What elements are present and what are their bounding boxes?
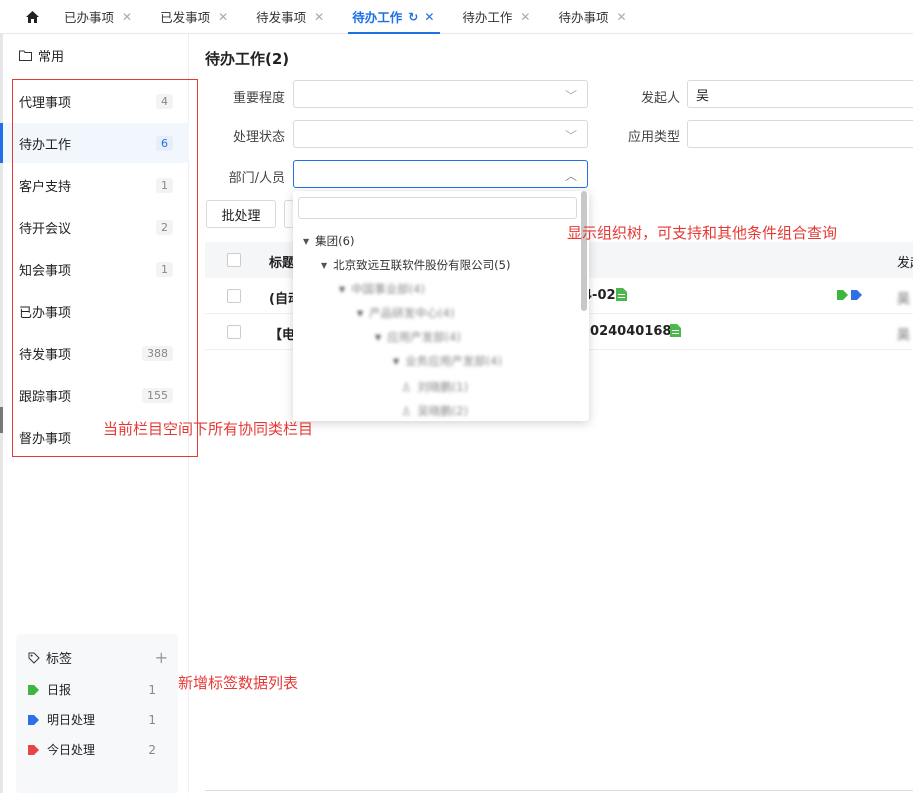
org-tree-dropdown: ▼ 集团(6) ▼ 北京致远互联软件股份有限公司(5) ▼ 中国事业部(4) ▼ 产品研… [293, 191, 589, 421]
scrollbar[interactable] [581, 191, 587, 311]
tag-item-daily[interactable]: 日报 1 [28, 681, 156, 698]
tab-sent[interactable]: 已发事项 ✕ [144, 0, 240, 34]
tag-green-icon [28, 684, 39, 695]
chevron-down-icon: ﹀ [564, 89, 577, 103]
tree-node-person[interactable]: ♙ 吴晓鹏(2) [401, 403, 468, 419]
tag-blue-icon [28, 714, 39, 725]
close-icon[interactable]: ✕ [314, 10, 324, 24]
annotation-tags: 新增标签数据列表 [178, 674, 299, 692]
tree-node-company[interactable]: ▼ 北京致远互联软件股份有限公司(5) [321, 257, 510, 273]
caret-down-icon[interactable]: ▼ [303, 237, 309, 246]
tree-node-root[interactable]: ▼ 集团(6) [303, 233, 354, 249]
row-checkbox[interactable] [227, 325, 241, 339]
caret-down-icon[interactable]: ▼ [321, 261, 327, 270]
chevron-up-icon: ︿ [564, 169, 577, 183]
close-icon[interactable]: ✕ [520, 10, 530, 24]
status-label: 处理状态 [232, 130, 285, 145]
select-all-checkbox[interactable] [227, 253, 241, 267]
tab-bar: 已办事项 ✕ 已发事项 ✕ 待发事项 ✕ 待办工作 ↻ ✕ 待办工作 ✕ 待办事项 ✕ [0, 0, 913, 34]
tag-red-icon [28, 744, 39, 755]
app-type-select[interactable] [687, 120, 913, 148]
close-icon[interactable]: ✕ [616, 10, 626, 24]
person-icon: ♙ [401, 380, 412, 394]
chevron-down-icon: ﹀ [564, 129, 577, 143]
close-icon[interactable]: ✕ [424, 10, 434, 24]
tree-node[interactable]: ▼ 业务应用产发部(4) [393, 353, 502, 369]
row-checkbox[interactable] [227, 289, 241, 303]
tab-pending-work[interactable]: 待办工作 ✕ [446, 0, 542, 34]
annotation-sidebar: 当前栏目空间下所有协同类栏目 [103, 420, 314, 438]
close-icon[interactable]: ✕ [218, 10, 228, 24]
add-tag-icon[interactable]: + [155, 648, 168, 667]
close-icon[interactable]: ✕ [122, 10, 132, 24]
home-icon[interactable] [20, 0, 44, 34]
tags-header: 标签 + [28, 648, 168, 667]
tag-item-today[interactable]: 今日处理 2 [28, 741, 156, 758]
tag-icon [28, 652, 40, 664]
refresh-icon[interactable]: ↻ [408, 10, 418, 24]
person-icon: ♙ [401, 404, 412, 418]
importance-select[interactable]: ﹀ [293, 80, 588, 108]
tree-node[interactable]: ▼ 产品研发中心(4) [357, 305, 454, 321]
tree-node-person[interactable]: ♙ 刘晓鹏(1) [401, 379, 468, 395]
status-select[interactable]: ﹀ [293, 120, 588, 148]
app-type-label: 应用类型 [627, 130, 680, 145]
tab-pending-work-active[interactable]: 待办工作 ↻ ✕ [336, 0, 446, 34]
tab-to-send[interactable]: 待发事项 ✕ [240, 0, 336, 34]
annotation-box [12, 79, 198, 457]
tree-search-input[interactable] [298, 197, 577, 219]
initiator-input[interactable]: 吴 [687, 80, 913, 108]
tag-green-icon [837, 290, 848, 300]
document-icon [670, 324, 681, 337]
annotation-org-tree: 显示组织树，可支持和其他条件组合查询 [567, 224, 838, 242]
tag-blue-icon [851, 290, 862, 300]
common-header[interactable]: 常用 [19, 46, 64, 65]
tag-item-tomorrow[interactable]: 明日处理 1 [28, 711, 156, 728]
tree-node[interactable]: ▼ 应用产发部(4) [375, 329, 461, 345]
dept-person-select[interactable]: ︿ [293, 160, 588, 188]
document-icon [616, 288, 627, 301]
header-initiator: 发起 [897, 256, 913, 271]
divider [205, 790, 913, 791]
batch-process-button[interactable]: 批处理 [206, 200, 276, 228]
importance-label: 重要程度 [232, 91, 285, 106]
folder-icon [19, 50, 32, 61]
tags-panel: 标签 + 日报 1 明日处理 1 今日处理 2 [16, 634, 178, 793]
tree-node[interactable]: ▼ 中国事业部(4) [339, 281, 425, 297]
page-title: 待办工作(2) [205, 50, 290, 68]
tab-pending-items[interactable]: 待办事项 ✕ [542, 0, 638, 34]
tab-done[interactable]: 已办事项 ✕ [48, 0, 144, 34]
initiator-label: 发起人 [640, 91, 680, 106]
dept-label: 部门/人员 [228, 171, 285, 186]
header-title: 标题 [269, 256, 296, 271]
